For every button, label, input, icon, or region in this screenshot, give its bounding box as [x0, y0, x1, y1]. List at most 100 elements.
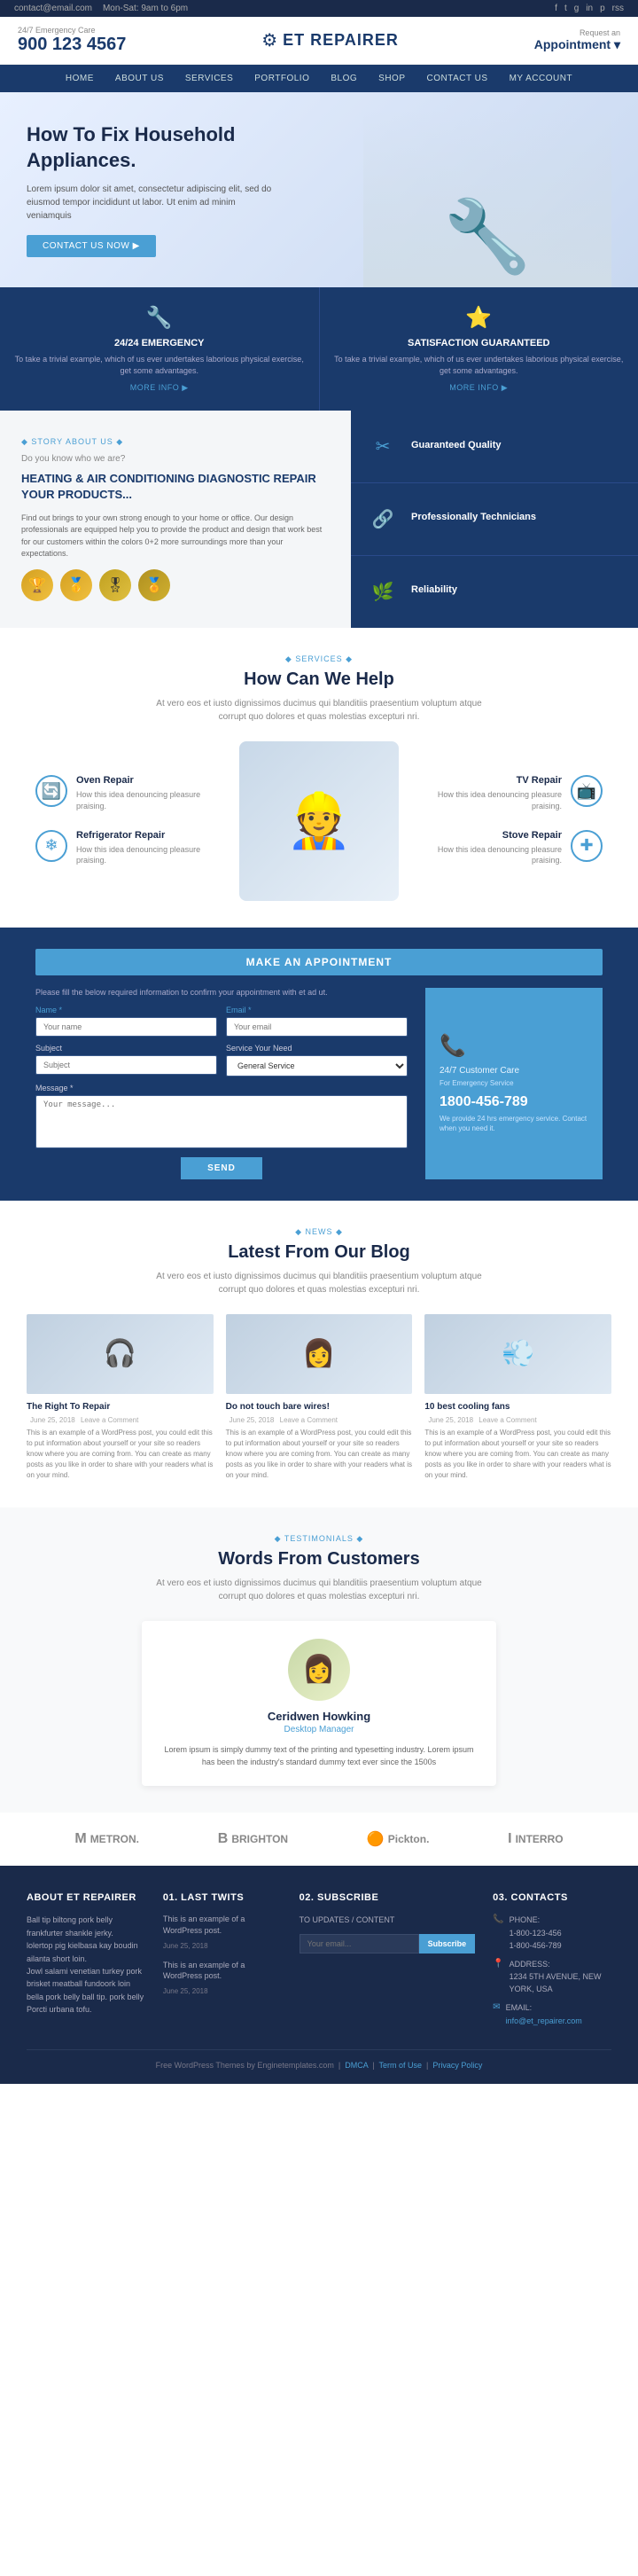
nav-about[interactable]: ABOUT US [105, 65, 175, 92]
about-tag: ◆ STORY ABOUT US ◆ [21, 437, 330, 447]
footer-dmca-link[interactable]: DMCA [345, 2061, 368, 2070]
footer-email-label: EMAIL: [506, 2001, 582, 2014]
service-stove: ✚ Stove Repair How this idea denouncing … [408, 830, 603, 866]
blog-meta-2: June 25, 2018 Leave a Comment [226, 1416, 413, 1424]
tweet-2: This is an example of a WordPress post. … [163, 1960, 282, 1996]
footer-phone-text: PHONE: 1-800-123-456 1-800-456-789 [510, 1914, 562, 1952]
emergency-more-link[interactable]: MORE INFO ▶ [14, 383, 305, 393]
nav-portfolio[interactable]: PORTFOLIO [244, 65, 320, 92]
footer-address-value: 1234 5TH AVENUE, NEW YORK, USA [510, 1970, 611, 1996]
blog-subtitle: At vero eos et iusto dignissimos ducimus… [142, 1270, 496, 1296]
about-description: Find out brings to your own strong enoug… [21, 513, 330, 560]
nav-account[interactable]: MY ACCOUNT [499, 65, 584, 92]
nav-shop[interactable]: SHOP [368, 65, 416, 92]
nav-home[interactable]: HOME [55, 65, 105, 92]
blog-title-1: The Right To Repair [27, 1401, 214, 1413]
footer-address-text: ADDRESS: 1234 5TH AVENUE, NEW YORK, USA [510, 1958, 611, 1996]
blog-comment-2: Leave a Comment [280, 1416, 338, 1424]
email-input[interactable] [226, 1017, 408, 1037]
appointment-button[interactable]: Appointment ▾ [534, 37, 620, 52]
reliability-icon: 🌿 [365, 581, 401, 603]
about-right-quality: ✂ Guaranteed Quality [351, 411, 638, 483]
footer-about-text-2: lolertop pig kielbasa kay boudin ailanta… [27, 1939, 145, 1965]
features-strip: 🔧 24/24 EMERGENCY To take a trivial exam… [0, 287, 638, 411]
testimonials-subtitle: At vero eos et iusto dignissimos ducimus… [142, 1577, 496, 1603]
nav-blog[interactable]: BLOG [320, 65, 368, 92]
appointment-contact: 📞 24/7 Customer Care For Emergency Servi… [425, 988, 603, 1179]
message-label: Message * [35, 1084, 408, 1092]
refrigerator-desc: How this idea denouncing pleasure praisi… [76, 844, 230, 866]
satisfaction-more-link[interactable]: MORE INFO ▶ [334, 383, 625, 393]
stove-icon: ✚ [571, 830, 603, 862]
about-right-technicians: 🔗 Professionally Technicians [351, 483, 638, 556]
facebook-icon[interactable]: f [555, 4, 557, 13]
testimonial-role: Desktop Manager [160, 1725, 478, 1734]
pinterest-icon[interactable]: p [600, 4, 605, 13]
blog-card-3: 💨 10 best cooling fans June 25, 2018 Lea… [424, 1314, 611, 1481]
send-button[interactable]: SEND [181, 1157, 262, 1179]
emergency-label: 24/7 Emergency Care [18, 26, 126, 35]
about-right-reliability: 🌿 Reliability [351, 556, 638, 628]
footer-terms-link[interactable]: Term of Use [378, 2061, 422, 2070]
footer-about-text-3: Jowl salami venetian turkey pork brisket… [27, 1965, 145, 2016]
form-group-message: Message * [35, 1084, 408, 1148]
technician-image: 👷 [239, 741, 399, 901]
award-4: 🏅 [138, 569, 170, 601]
footer-about-heading: ABOUT ET REPAIRER [27, 1892, 145, 1903]
tweet-text-2: This is an example of a WordPress post. [163, 1960, 282, 1982]
award-1: 🏆 [21, 569, 53, 601]
blog-tag: ◆ NEWS ◆ [27, 1227, 611, 1237]
testimonial-name: Ceridwen Howking [160, 1710, 478, 1723]
partner-metron: M METRON. [74, 1831, 139, 1847]
header-logo: ⚙ ET REPAIRER [261, 29, 399, 51]
services-grid: 🔄 Oven Repair How this idea denouncing p… [35, 741, 603, 901]
blog-card-2: 👩 Do not touch bare wires! June 25, 2018… [226, 1314, 413, 1481]
services-col-left: 🔄 Oven Repair How this idea denouncing p… [35, 775, 230, 865]
rss-icon[interactable]: rss [612, 4, 624, 13]
subscribe-button[interactable]: Subscribe [419, 1934, 476, 1954]
oven-title: Oven Repair [76, 775, 230, 786]
testimonial-card: 👩 Ceridwen Howking Desktop Manager Lorem… [142, 1621, 496, 1787]
subscribe-email-input[interactable] [300, 1934, 419, 1954]
blog-excerpt-2: This is an example of a WordPress post, … [226, 1428, 413, 1481]
testimonial-text: Lorem ipsum is simply dummy text of the … [160, 1743, 478, 1769]
contact-label: 24/7 Customer Care [440, 1066, 588, 1076]
message-textarea[interactable] [35, 1095, 408, 1148]
subject-input[interactable] [35, 1055, 217, 1075]
top-bar-socials: f t g in p rss [555, 4, 624, 13]
hero-cta-button[interactable]: CONTACT US NOW ▶ [27, 235, 156, 257]
subscribe-input-wrap: Subscribe [300, 1934, 476, 1954]
footer-bottom: Free WordPress Themes by Enginetemplates… [27, 2049, 611, 2070]
about-right-quality-text: Guaranteed Quality [411, 440, 501, 454]
phone-number: 900 123 4567 [18, 35, 126, 55]
top-bar: contact@email.com Mon-Sat: 9am to 6pm f … [0, 0, 638, 17]
name-input[interactable] [35, 1017, 217, 1037]
about-right-reliability-text: Reliability [411, 584, 457, 599]
service-select[interactable]: General Service [226, 1055, 408, 1077]
services-center-image: 👷 [230, 741, 408, 901]
twitter-icon[interactable]: t [564, 4, 567, 13]
logo-gear-icon: ⚙ [261, 29, 277, 51]
google-icon[interactable]: g [574, 4, 580, 13]
testimonials-heading: Words From Customers [35, 1549, 603, 1570]
emergency-icon: 🔧 [14, 305, 305, 331]
feature-emergency: 🔧 24/24 EMERGENCY To take a trivial exam… [0, 287, 320, 411]
nav-services[interactable]: SERVICES [175, 65, 244, 92]
nav-contact[interactable]: CONTACT US [416, 65, 499, 92]
partners-section: M METRON. B BRIGHTON 🟠 Pickton. I INTERR… [0, 1813, 638, 1866]
blog-date-3: June 25, 2018 [428, 1416, 473, 1424]
services-subtitle: At vero eos et iusto dignissimos ducimus… [142, 697, 496, 724]
services-tag: ◆ SERVICES ◆ [35, 654, 603, 664]
form-group-name: Name * [35, 1006, 217, 1037]
blog-grid: 🎧 The Right To Repair June 25, 2018 Leav… [27, 1314, 611, 1481]
form-group-service: Service Your Need General Service [226, 1044, 408, 1077]
request-label: Request an [580, 28, 620, 37]
brighton-icon: B [218, 1831, 229, 1847]
footer-grid: ABOUT ET REPAIRER Ball tip biltong pork … [27, 1892, 611, 2032]
linkedin-icon[interactable]: in [586, 4, 593, 13]
footer-email-link[interactable]: info@et_repairer.com [506, 2016, 582, 2025]
footer-subscribe-heading: 02. SUBSCRIBE [300, 1892, 476, 1903]
blog-image-2: 👩 [226, 1314, 413, 1394]
make-appointment-button[interactable]: Make an Appointment [35, 949, 603, 975]
footer-privacy-link[interactable]: Privacy Policy [432, 2061, 482, 2070]
